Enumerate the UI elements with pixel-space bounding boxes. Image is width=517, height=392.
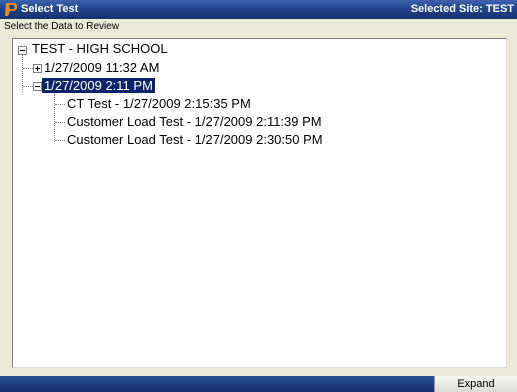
tree-node-label: 1/27/2009 11:32 AM xyxy=(44,60,160,75)
plus-box-icon[interactable] xyxy=(33,64,42,73)
tree-connector-line xyxy=(55,122,65,123)
expand-button[interactable]: Expand xyxy=(434,376,517,392)
tree-node-label: Customer Load Test - 1/27/2009 2:11:39 P… xyxy=(67,114,322,129)
minus-box-icon[interactable] xyxy=(18,46,27,55)
tree-connector-line xyxy=(55,140,65,141)
instruction-text: Select the Data to Review xyxy=(4,21,120,32)
tree-node-date[interactable]: 1/27/2009 11:32 AM xyxy=(44,60,159,76)
tree-connector-line xyxy=(23,86,33,87)
select-test-window: Select Test Selected Site: TEST Select t… xyxy=(0,0,517,392)
tree-node-test[interactable]: CT Test - 1/27/2009 2:15:35 PM xyxy=(67,96,251,112)
logo-icon xyxy=(5,3,17,16)
selected-site-label: Selected Site: TEST xyxy=(410,3,514,15)
tree-connector-line xyxy=(54,94,55,142)
minus-box-icon[interactable] xyxy=(33,82,42,91)
tree-node-test[interactable]: Customer Load Test - 1/27/2009 2:11:39 P… xyxy=(67,114,322,130)
window-title: Select Test xyxy=(21,3,79,15)
data-tree[interactable]: TEST - HIGH SCHOOL 1/27/2009 11:32 AM 1/… xyxy=(12,38,507,368)
title-bar: Select Test Selected Site: TEST xyxy=(0,0,517,19)
tree-node-label: CT Test - 1/27/2009 2:15:35 PM xyxy=(67,96,251,111)
tree-connector-line xyxy=(55,104,65,105)
tree-connector-line xyxy=(23,68,33,69)
tree-node-date-selected[interactable]: 1/27/2009 2:11 PM xyxy=(42,78,155,94)
tree-node-label: Customer Load Test - 1/27/2009 2:30:50 P… xyxy=(67,132,323,147)
tree-node-label: 1/27/2009 2:11 PM xyxy=(42,78,155,93)
tree-node-test[interactable]: Customer Load Test - 1/27/2009 2:30:50 P… xyxy=(67,132,323,148)
tree-node-root[interactable]: TEST - HIGH SCHOOL xyxy=(32,41,168,57)
tree-node-label: TEST - HIGH SCHOOL xyxy=(32,41,168,56)
